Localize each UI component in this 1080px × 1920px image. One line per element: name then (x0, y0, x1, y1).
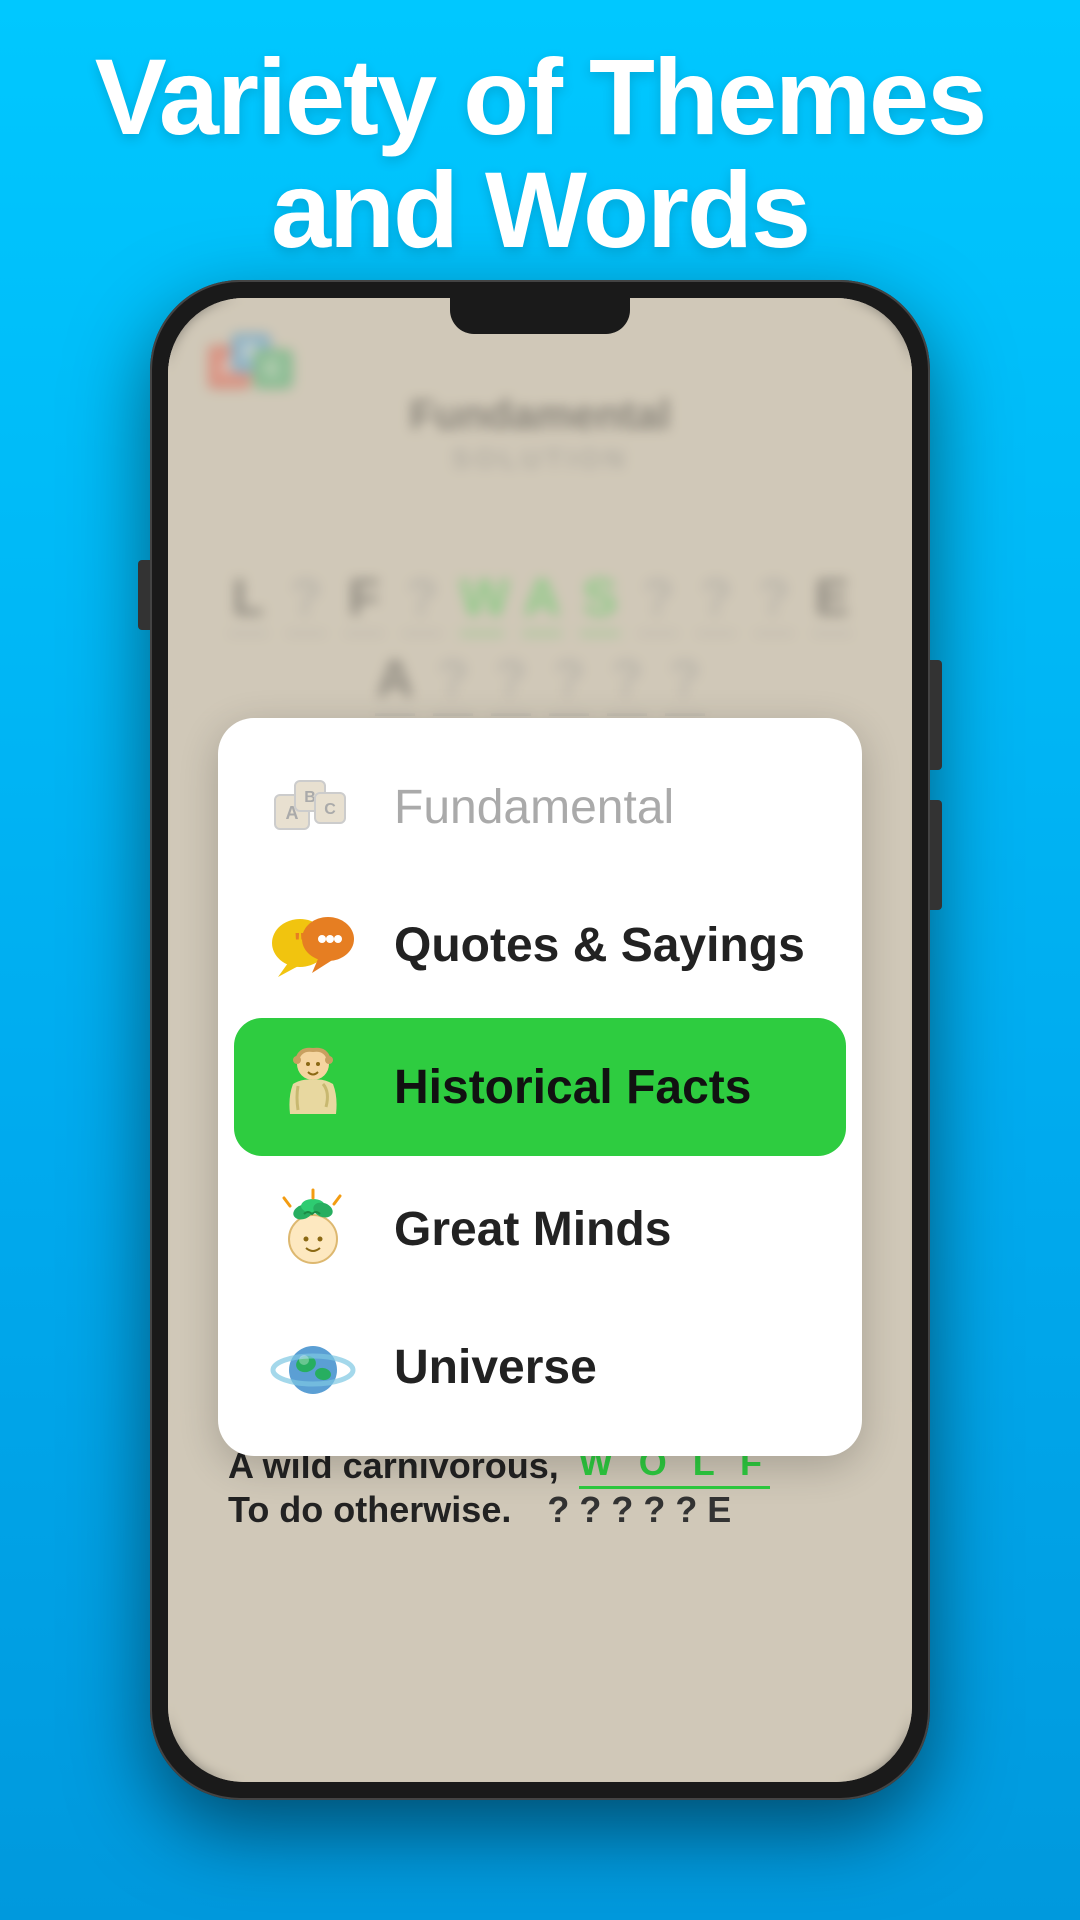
historical-icon (268, 1042, 358, 1132)
fundamental-label: Fundamental (394, 780, 674, 835)
blocks-icon: A B C (268, 762, 358, 852)
great-minds-label: Great Minds (394, 1202, 671, 1257)
phone-notch (450, 298, 630, 334)
menu-item-historical[interactable]: Historical Facts (234, 1018, 846, 1156)
quotes-icon: " (268, 900, 358, 990)
clue-2: To do otherwise. ? ? ? ? ? E (168, 1489, 912, 1531)
power-button-2 (930, 800, 942, 910)
clue2-answer: ? ? ? ? ? E (547, 1489, 731, 1531)
phone-shell: A B C Fundamental SOLUTION L ? (150, 280, 930, 1800)
header: Variety of Themes and Words (0, 40, 1080, 267)
power-button (930, 660, 942, 770)
menu-item-fundamental[interactable]: A B C Fundamental (218, 738, 862, 876)
quotes-label: Quotes & Sayings (394, 918, 805, 973)
blur-top (168, 298, 912, 718)
historical-label: Historical Facts (394, 1060, 751, 1115)
menu-item-great-minds[interactable]: Great Minds (218, 1160, 862, 1298)
planet-icon (268, 1322, 358, 1412)
menu-item-universe[interactable]: Universe (218, 1298, 862, 1436)
brain-icon (268, 1184, 358, 1274)
blur-bottom: A wild carnivorous, W O L F To do otherw… (168, 1402, 912, 1782)
header-title: Variety of Themes and Words (0, 40, 1080, 267)
phone-screen: A B C Fundamental SOLUTION L ? (168, 298, 912, 1782)
menu-item-quotes[interactable]: " Quotes & Sayings (218, 876, 862, 1014)
clue2-text: To do otherwise. (228, 1489, 511, 1531)
svg-text:C: C (324, 801, 336, 818)
theme-menu: A B C Fundamental (218, 718, 862, 1456)
volume-button (138, 560, 150, 630)
phone-device: A B C Fundamental SOLUTION L ? (150, 280, 930, 1800)
universe-label: Universe (394, 1340, 597, 1395)
